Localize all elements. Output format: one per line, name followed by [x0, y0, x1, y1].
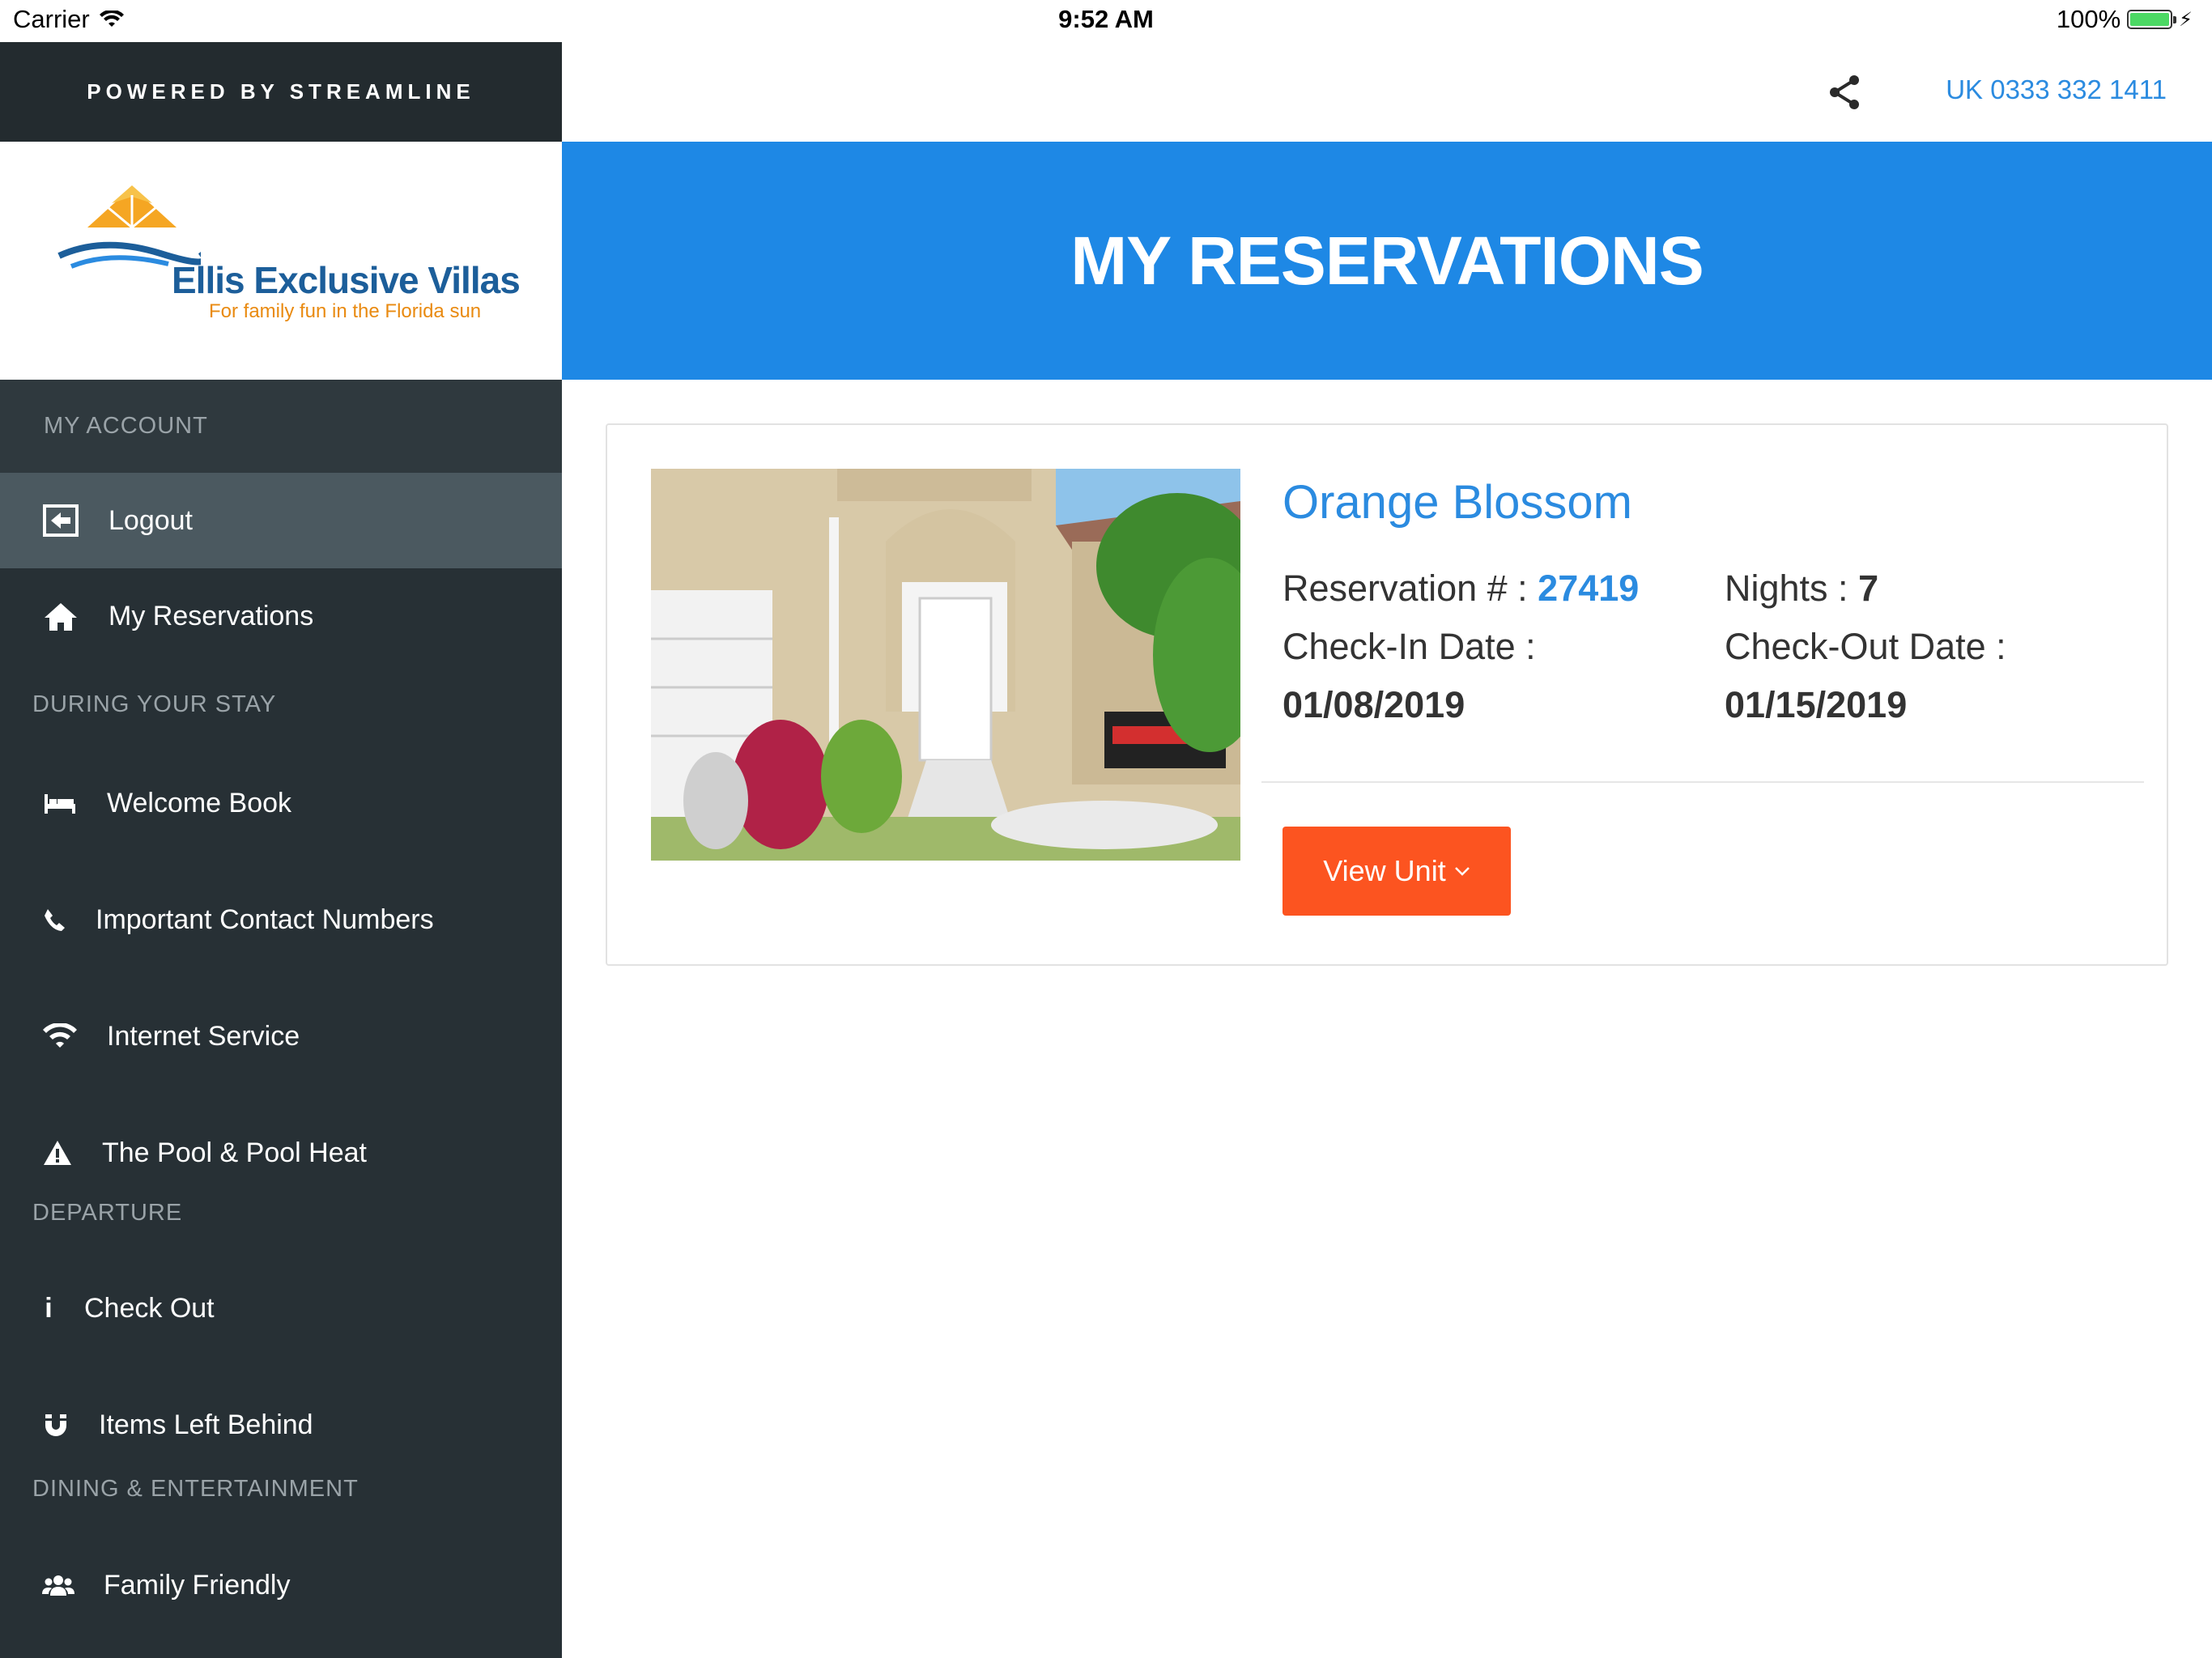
section-label-departure: DEPARTURE — [32, 1200, 183, 1226]
my-account-header: MY ACCOUNT — [0, 380, 562, 473]
checkout-date-value: 01/15/2019 — [1725, 684, 1908, 725]
view-unit-button[interactable]: View Unit — [1283, 827, 1511, 916]
battery-icon — [2127, 10, 2177, 29]
charging-icon: ⚡ — [2179, 8, 2193, 31]
info-icon: i — [45, 1292, 53, 1324]
nights-label: Nights : — [1725, 568, 1848, 609]
sidebar-item-logout[interactable]: Logout — [0, 473, 562, 568]
chevron-down-icon — [1454, 867, 1470, 876]
unit-photo — [651, 469, 1240, 861]
share-icon[interactable] — [1825, 73, 1864, 116]
magnet-icon — [42, 1412, 70, 1438]
status-bar: Carrier 9:52 AM 100% ⚡ — [0, 0, 2212, 42]
sidebar-item-welcome-book[interactable]: Welcome Book — [0, 763, 562, 844]
powered-by-banner: POWERED BY STREAMLINE — [0, 42, 562, 142]
logo-title: Ellis Exclusive Villas — [172, 259, 521, 301]
phone-icon — [42, 908, 66, 932]
unit-name[interactable]: Orange Blossom — [1283, 475, 1632, 529]
warning-icon — [42, 1140, 73, 1166]
reservation-label: Reservation # : — [1283, 568, 1528, 609]
sidebar-item-label: Important Contact Numbers — [96, 903, 434, 935]
battery-indicator: 100% ⚡ — [2057, 5, 2193, 34]
checkin-date-value: 01/08/2019 — [1283, 684, 1465, 725]
sidebar-item-internet-service[interactable]: Internet Service — [0, 996, 562, 1077]
phone-link[interactable]: UK 0333 332 1411 — [1946, 74, 2167, 105]
checkout-date: 01/15/2019 — [1725, 684, 1907, 726]
sidebar-item-label: My Reservations — [108, 600, 314, 631]
sidebar-item-label: Check Out — [84, 1292, 215, 1324]
top-bar: UK 0333 332 1411 — [562, 42, 2212, 142]
section-label-my-account: MY ACCOUNT — [44, 413, 208, 439]
reservation-number-row: Reservation # : 27419 — [1283, 568, 1639, 610]
home-icon — [42, 600, 79, 632]
checkin-label: Check-In Date : — [1283, 626, 1536, 667]
checkout-label: Check-Out Date : — [1725, 626, 2006, 667]
sidebar-item-label: Internet Service — [107, 1020, 300, 1052]
sidebar-item-family-friendly[interactable]: Family Friendly — [0, 1545, 562, 1626]
logo-tagline: For family fun in the Florida sun — [209, 300, 482, 322]
section-label-during-stay: DURING YOUR STAY — [32, 691, 277, 717]
sidebar-item-contact-numbers[interactable]: Important Contact Numbers — [0, 879, 562, 960]
sidebar-item-label: Logout — [108, 504, 193, 536]
section-label-dining: DINING & ENTERTAINMENT — [32, 1476, 359, 1502]
nights-value: 7 — [1858, 568, 1879, 609]
view-unit-label: View Unit — [1323, 854, 1446, 887]
sidebar-item-label: Family Friendly — [104, 1569, 291, 1601]
page-title: MY RESERVATIONS — [1070, 222, 1704, 299]
sidebar-item-items-left-behind[interactable]: Items Left Behind — [0, 1384, 562, 1465]
battery-percent: 100% — [2056, 5, 2121, 33]
checkin-date: 01/08/2019 — [1283, 684, 1465, 726]
sidebar-item-check-out[interactable]: i Check Out — [0, 1268, 562, 1349]
sidebar-item-label: Welcome Book — [107, 787, 292, 818]
clock: 9:52 AM — [1058, 5, 1154, 33]
nights-row: Nights : 7 — [1725, 568, 1878, 610]
sidebar-item-label: The Pool & Pool Heat — [102, 1137, 367, 1168]
sidebar-item-pool[interactable]: The Pool & Pool Heat — [0, 1112, 562, 1193]
page-banner: MY RESERVATIONS — [562, 142, 2212, 380]
reservation-card: Orange Blossom Reservation # : 27419 Nig… — [606, 423, 2168, 966]
sidebar: POWERED BY STREAMLINE Ellis Exclusive Vi… — [0, 42, 562, 1658]
users-icon — [42, 1573, 74, 1597]
wifi-icon — [42, 1023, 78, 1049]
bed-icon — [42, 791, 78, 815]
brand-logo[interactable]: Ellis Exclusive Villas For family fun in… — [0, 142, 562, 380]
logout-icon — [42, 504, 79, 537]
sidebar-item-label: Items Left Behind — [99, 1409, 313, 1440]
reservation-number: 27419 — [1538, 568, 1640, 609]
sidebar-item-my-reservations[interactable]: My Reservations — [0, 568, 562, 664]
card-divider — [1261, 781, 2144, 783]
